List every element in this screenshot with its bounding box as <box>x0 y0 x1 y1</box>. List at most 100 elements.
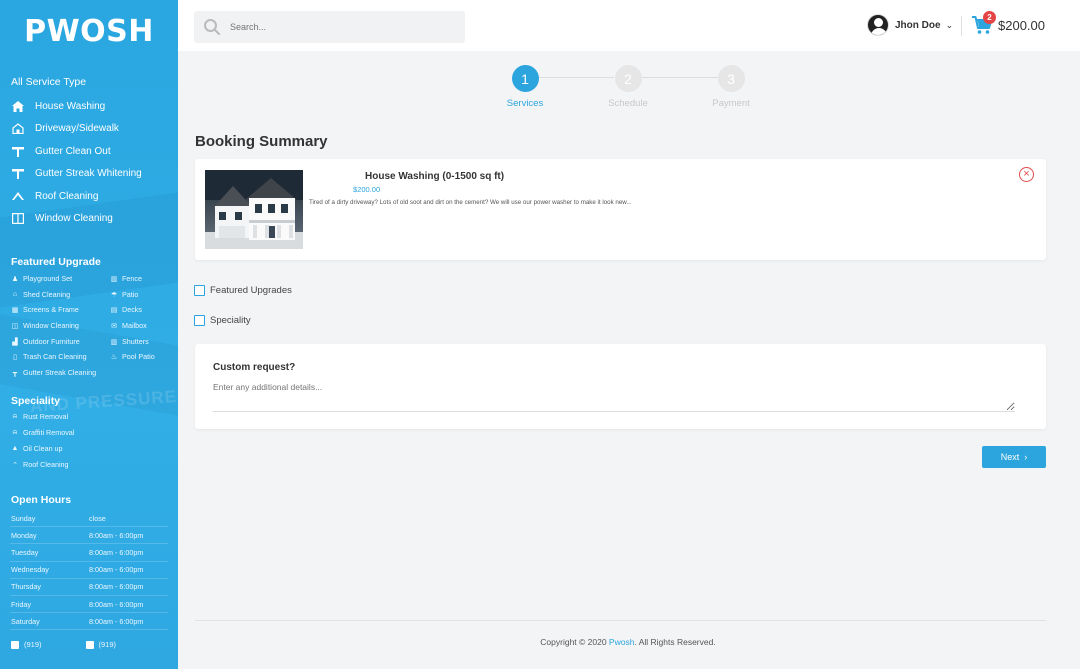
oil-icon: ▲ <box>11 445 19 452</box>
speciality-item[interactable]: ⌃ Roof Cleaning <box>11 460 69 469</box>
hours-day: Saturday <box>11 616 40 626</box>
phone-icon <box>11 640 19 649</box>
phone-link[interactable]: (919) <box>11 640 42 649</box>
search-input[interactable] <box>230 22 450 32</box>
hours-row: Wednesday 8:00am - 6:00pm <box>10 562 168 579</box>
service-price: $200.00 <box>353 185 381 194</box>
sidebar-item-label: Gutter Streak Whitening <box>35 168 142 180</box>
service-type-title: All Service Type <box>11 76 87 88</box>
sidebar-item-house-washing[interactable]: House Washing <box>0 95 178 118</box>
user-name: Jhon Doe <box>895 19 941 31</box>
phone-link[interactable]: (919) <box>85 640 117 649</box>
upgrade-label: Shed Cleaning <box>23 290 71 299</box>
sidebar-item-label: Window Cleaning <box>35 213 113 225</box>
upgrade-item[interactable]: ▤ Decks <box>110 305 142 314</box>
search-icon <box>204 19 221 36</box>
patio-icon: ☂ <box>110 291 118 299</box>
upgrade-label: Window Cleaning <box>23 321 79 330</box>
upgrade-item[interactable]: ▯ Trash Can Cleaning <box>11 352 87 361</box>
speciality-checkbox[interactable]: Speciality <box>194 315 251 326</box>
hours-day: Sunday <box>11 513 36 523</box>
hours-time: close <box>89 513 106 523</box>
sidebar-item-gutter-streak[interactable]: Gutter Streak Whitening <box>0 163 178 186</box>
upgrade-item[interactable]: ◫ Window Cleaning <box>11 321 79 330</box>
upgrade-item[interactable]: ☂ Patio <box>110 290 139 299</box>
trash-icon: ▯ <box>13 353 17 361</box>
upgrade-item[interactable]: ▥ Fence <box>110 274 142 283</box>
phone-list: (919) (919) <box>11 640 116 649</box>
upgrade-label: Mailbox <box>122 321 147 330</box>
next-button[interactable]: Next › <box>982 446 1046 468</box>
hours-time: 8:00am - 6:00pm <box>89 582 144 592</box>
hours-time: 8:00am - 6:00pm <box>89 616 144 626</box>
upgrade-label: Playground Set <box>23 274 73 283</box>
step-label: Payment <box>712 98 750 109</box>
cart-button[interactable]: 2 $200.00 <box>971 11 1045 35</box>
booking-stepper: 1 Services 2 Schedule 3 Payment <box>178 62 1080 112</box>
checkbox-label: Featured Upgrades <box>210 285 292 296</box>
gutter-icon <box>11 168 24 180</box>
upgrade-label: Patio <box>122 290 139 299</box>
phone-number: (919) <box>98 640 117 649</box>
spray-icon: ⍾ <box>12 428 18 436</box>
step-schedule[interactable]: 2 Schedule <box>593 65 663 109</box>
playground-icon: ♟ <box>11 275 19 283</box>
user-menu[interactable]: Jhon Doe ⌄ <box>867 14 953 36</box>
step-number: 3 <box>717 65 745 92</box>
close-icon: × <box>1023 168 1030 180</box>
booking-item-card: House Washing (0-1500 sq ft) $200.00 Tir… <box>195 159 1046 260</box>
window-icon: ◫ <box>11 322 19 330</box>
home-outline-icon <box>11 123 24 135</box>
chevron-right-icon: › <box>1024 452 1028 462</box>
upgrade-item[interactable]: ▥ Shutters <box>110 337 149 346</box>
step-payment[interactable]: 3 Payment <box>696 65 766 109</box>
featured-upgrade-title: Featured Upgrade <box>11 256 101 268</box>
deck-icon: ▤ <box>110 306 118 314</box>
upgrade-item[interactable]: ♨ Pool Patio <box>110 352 155 361</box>
upgrade-label: Decks <box>122 305 142 314</box>
pool-icon: ♨ <box>110 353 118 361</box>
speciality-item[interactable]: ⍾ Rust Removal <box>11 412 68 421</box>
upgrade-item[interactable]: ⌂ Shed Cleaning <box>11 290 70 299</box>
upgrade-label: Screens & Frame <box>23 305 79 314</box>
gutter-icon <box>11 146 24 157</box>
hours-day: Monday <box>11 530 37 540</box>
step-number: 1 <box>511 65 539 92</box>
step-number: 2 <box>614 65 642 92</box>
upgrade-item[interactable]: ▟ Outdoor Furniture <box>11 337 79 346</box>
sidebar-item-window-cleaning[interactable]: Window Cleaning <box>0 208 178 231</box>
step-services[interactable]: 1 Services <box>490 65 560 109</box>
furniture-icon: ▟ <box>12 338 18 346</box>
upgrade-label: Trash Can Cleaning <box>23 352 87 361</box>
window-icon <box>11 213 24 225</box>
next-label: Next <box>1000 452 1020 462</box>
upgrade-item[interactable]: ┳ Gutter Streak Cleaning <box>11 368 96 377</box>
hours-row: Saturday 8:00am - 6:00pm <box>10 613 168 631</box>
logo[interactable]: PWOSH <box>0 14 178 49</box>
custom-request-input[interactable] <box>213 382 1015 412</box>
speciality-title: Speciality <box>11 395 61 407</box>
checkbox-box[interactable] <box>194 315 205 326</box>
sidebar-item-roof-cleaning[interactable]: Roof Cleaning <box>0 185 178 208</box>
footer-brand-link[interactable]: Pwosh <box>609 637 635 647</box>
sidebar-item-driveway[interactable]: Driveway/Sidewalk <box>0 118 178 141</box>
hours-row: Tuesday 8:00am - 6:00pm <box>10 544 168 562</box>
hours-day: Friday <box>11 599 31 609</box>
speciality-label: Roof Cleaning <box>23 460 69 469</box>
hours-row: Sunday close <box>10 510 168 528</box>
speciality-item[interactable]: ⍾ Graffiti Removal <box>11 428 75 437</box>
sidebar-item-gutter-clean-out[interactable]: Gutter Clean Out <box>0 140 178 163</box>
roof-icon <box>11 191 24 202</box>
remove-item-button[interactable]: × <box>1019 167 1034 182</box>
upgrade-label: Gutter Streak Cleaning <box>23 368 97 377</box>
upgrade-item[interactable]: ✉ Mailbox <box>110 321 147 330</box>
featured-upgrades-checkbox[interactable]: Featured Upgrades <box>194 285 292 296</box>
sidebar-item-label: Roof Cleaning <box>35 190 99 202</box>
speciality-item[interactable]: ▲ Oil Clean up <box>11 444 63 453</box>
search-bar[interactable] <box>194 11 465 43</box>
checkbox-box[interactable] <box>194 285 205 296</box>
upgrade-item[interactable]: ▦ Screens & Frame <box>11 305 79 314</box>
page-title: Booking Summary <box>195 133 328 150</box>
cart-badge: 2 <box>983 11 996 24</box>
upgrade-item[interactable]: ♟ Playground Set <box>11 274 72 283</box>
